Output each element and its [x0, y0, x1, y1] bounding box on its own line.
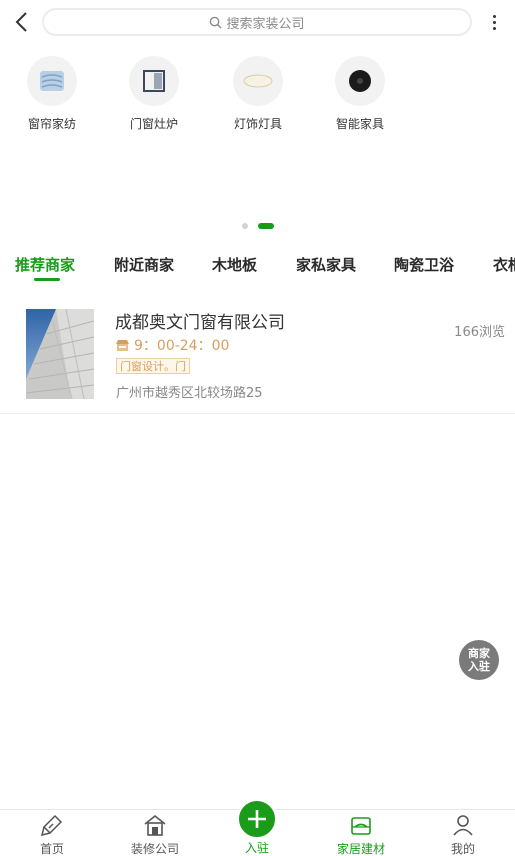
back-button[interactable] [8, 8, 36, 36]
category-icon-bg [335, 56, 385, 106]
float-join-line2: 入驻 [468, 660, 490, 673]
join-plus-button[interactable] [237, 799, 277, 839]
pager-dot-active[interactable] [258, 223, 274, 229]
company-thumbnail [26, 309, 94, 399]
business-hours: 9：00-24：00 [115, 335, 229, 355]
user-icon [453, 815, 473, 836]
service-tag: 门窗设计。门 [116, 358, 190, 374]
nav-join-label[interactable]: 入驻 [232, 839, 282, 856]
smart-speaker-icon [349, 70, 371, 92]
door-window-icon [143, 70, 165, 92]
category-label: 灯饰灯具 [233, 117, 282, 131]
more-menu-button[interactable] [484, 8, 504, 36]
plus-icon [248, 810, 266, 828]
more-vertical-icon [492, 14, 496, 18]
nav-materials-label: 家居建材 [336, 842, 385, 856]
category-item-door-window[interactable]: 门窗灶炉 [114, 56, 194, 132]
ceiling-lamp-icon [243, 74, 273, 88]
category-item-lamp[interactable]: 灯饰灯具 [218, 56, 298, 132]
category-item-curtain[interactable]: 窗帘家纺 [12, 56, 92, 132]
search-icon [210, 16, 223, 29]
category-label: 智能家具 [335, 117, 384, 131]
nav-home[interactable]: 首页 [12, 810, 92, 856]
more-dot [492, 20, 496, 24]
search-input[interactable]: 搜索家装公司 [42, 8, 472, 36]
merchant-join-float-button[interactable]: 商家 入驻 [459, 640, 499, 680]
building-photo [26, 309, 94, 399]
tab-recommended[interactable]: 推荐商家 [15, 254, 75, 275]
category-icon-bg [129, 56, 179, 106]
category-icon-bg [27, 56, 77, 106]
category-icon-bg [233, 56, 283, 106]
category-label: 窗帘家纺 [27, 117, 76, 131]
company-card[interactable]: 成都奥文门窗有限公司 166浏览 9：00-24：00 门窗设计。门 广州市越秀… [0, 300, 515, 414]
house-icon [144, 814, 166, 836]
nav-mine-label: 我的 [450, 842, 475, 856]
category-item-smart[interactable]: 智能家具 [320, 56, 400, 132]
top-bar: 搜索家装公司 [0, 0, 515, 44]
float-join-line1: 商家 [468, 647, 490, 660]
pager-dot[interactable] [242, 223, 248, 229]
brush-icon [41, 814, 63, 836]
nav-materials[interactable]: 家居建材 [321, 810, 401, 856]
view-count: 166浏览 [454, 325, 505, 340]
nav-decoration-label: 装修公司 [130, 842, 179, 856]
merchant-tabs: 推荐商家 附近商家 木地板 家私家具 陶瓷卫浴 衣柜 [0, 250, 515, 284]
curtain-icon [40, 71, 64, 91]
chevron-left-icon [15, 12, 27, 32]
tab-wardrobe[interactable]: 衣柜 [493, 254, 515, 275]
tab-furniture[interactable]: 家私家具 [296, 254, 356, 275]
nav-home-label: 首页 [39, 842, 64, 856]
sofa-icon [351, 817, 371, 835]
nav-mine[interactable]: 我的 [423, 810, 503, 856]
company-name[interactable]: 成都奥文门窗有限公司 [115, 308, 285, 333]
tab-ceramics-bath[interactable]: 陶瓷卫浴 [394, 254, 454, 275]
search-placeholder: 搜索家装公司 [226, 16, 305, 32]
carousel-pager [0, 222, 515, 230]
more-dot [492, 26, 496, 30]
hours-text: 9：00-24：00 [134, 338, 230, 354]
company-address: 广州市越秀区北较场路25 [116, 386, 263, 401]
category-label: 门窗灶炉 [129, 117, 178, 131]
nav-decoration-company[interactable]: 装修公司 [115, 810, 195, 856]
shop-icon [116, 339, 129, 351]
tab-nearby[interactable]: 附近商家 [114, 254, 174, 275]
tab-wood-floor[interactable]: 木地板 [212, 254, 257, 275]
active-tab-indicator [34, 278, 60, 281]
category-carousel: 窗帘家纺 门窗灶炉 灯饰灯具 智能家具 [0, 56, 515, 136]
